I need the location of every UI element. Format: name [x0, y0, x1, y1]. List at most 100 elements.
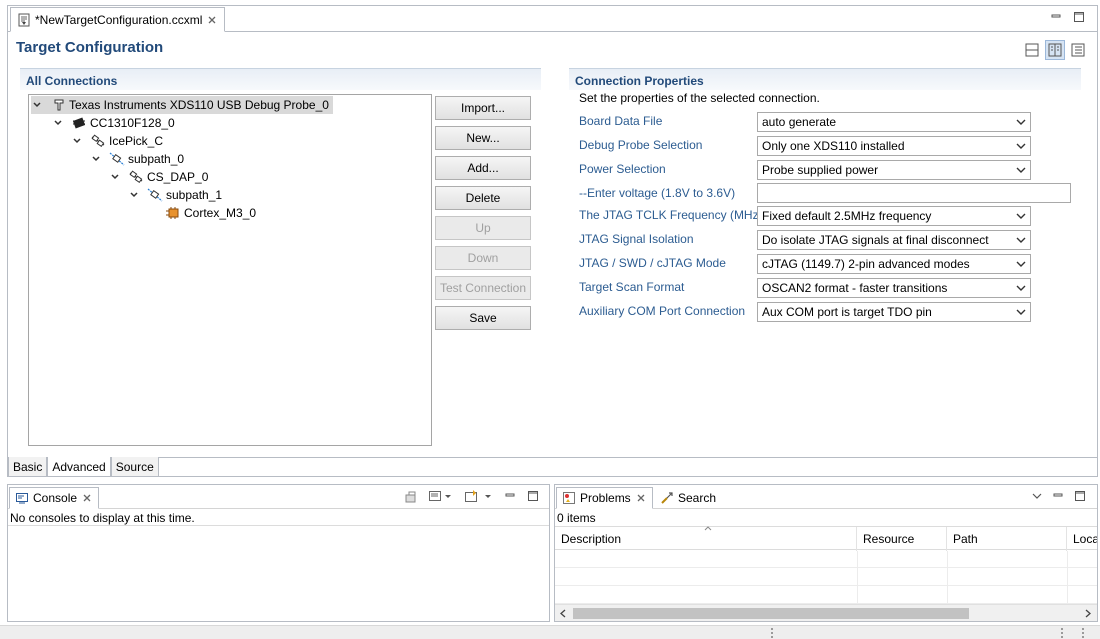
- console-view: Console No consoles to display at this t…: [7, 484, 550, 622]
- details-layout-icon[interactable]: [1069, 41, 1087, 59]
- table-row: [555, 551, 1097, 568]
- horizontal-scrollbar[interactable]: [555, 604, 1097, 621]
- column-location[interactable]: Loca: [1067, 527, 1097, 551]
- minimize-editor-icon[interactable]: [1049, 9, 1063, 23]
- tab-advanced[interactable]: Advanced: [47, 457, 111, 477]
- down-button[interactable]: Down: [435, 246, 531, 270]
- scroll-left-icon[interactable]: [558, 608, 568, 619]
- target-scan-format-label: Target Scan Format: [579, 280, 685, 294]
- tab-source[interactable]: Source: [110, 457, 159, 477]
- tree-item-cs-dap[interactable]: CS_DAP_0: [109, 168, 208, 186]
- select-value: Fixed default 2.5MHz frequency: [762, 209, 932, 223]
- select-value: OSCAN2 format - faster transitions: [762, 281, 948, 295]
- tree-item-label: subpath_1: [166, 188, 223, 202]
- console-tab-label: Console: [33, 491, 78, 505]
- table-row: [555, 569, 1097, 586]
- select-value: Do isolate JTAG signals at final disconn…: [762, 233, 989, 247]
- close-tab-icon[interactable]: [81, 492, 93, 504]
- minimize-view-icon[interactable]: [503, 488, 517, 502]
- problems-icon: [562, 491, 576, 505]
- maximize-editor-icon[interactable]: [1072, 10, 1086, 24]
- editor-tab-strip: *NewTargetConfiguration.ccxml: [8, 6, 1097, 32]
- chevron-down-icon: [1016, 259, 1026, 269]
- editor-bottom-divider: [8, 457, 1097, 458]
- subpath-icon: [147, 188, 163, 202]
- subpath-icon: [109, 152, 125, 166]
- display-console-icon[interactable]: [428, 489, 454, 505]
- debug-probe-selection-select[interactable]: Only one XDS110 installed: [757, 136, 1031, 156]
- column-resource[interactable]: Resource: [857, 527, 947, 551]
- tab-problems[interactable]: Problems: [556, 487, 653, 509]
- editor-tab[interactable]: *NewTargetConfiguration.ccxml: [10, 7, 226, 32]
- chevron-down-icon[interactable]: [128, 189, 140, 201]
- voltage-input[interactable]: [757, 183, 1071, 203]
- chevron-down-icon: [1016, 283, 1026, 293]
- open-console-icon[interactable]: [464, 489, 494, 505]
- pin-console-icon[interactable]: [403, 489, 419, 505]
- jtag-tclk-frequency-select[interactable]: Fixed default 2.5MHz frequency: [757, 206, 1031, 226]
- maximize-view-icon[interactable]: [1073, 489, 1087, 503]
- column-path[interactable]: Path: [947, 527, 1067, 551]
- aux-com-port-select[interactable]: Aux COM port is target TDO pin: [757, 302, 1031, 322]
- router-icon: [128, 170, 144, 184]
- maximize-view-icon[interactable]: [526, 489, 540, 503]
- select-value: auto generate: [762, 115, 837, 129]
- chevron-down-icon[interactable]: [52, 117, 64, 129]
- chevron-down-icon: [1016, 211, 1026, 221]
- view-menu-icon[interactable]: [1031, 490, 1043, 502]
- power-selection-select[interactable]: Probe supplied power: [757, 160, 1031, 180]
- add-button[interactable]: Add...: [435, 156, 531, 180]
- import-button[interactable]: Import...: [435, 96, 531, 120]
- close-tab-icon[interactable]: [635, 492, 647, 504]
- tab-console[interactable]: Console: [9, 487, 100, 509]
- delete-button[interactable]: Delete: [435, 186, 531, 210]
- test-connection-button[interactable]: Test Connection: [435, 276, 531, 300]
- tree-item-xds110-probe[interactable]: Texas Instruments XDS110 USB Debug Probe…: [31, 96, 333, 114]
- console-icon: [15, 491, 29, 505]
- connections-tree[interactable]: Texas Instruments XDS110 USB Debug Probe…: [28, 94, 432, 446]
- minimize-view-icon[interactable]: [1051, 488, 1065, 502]
- up-button[interactable]: Up: [435, 216, 531, 240]
- board-data-file-select[interactable]: auto generate: [757, 112, 1031, 132]
- chevron-down-icon[interactable]: [90, 153, 102, 165]
- chevron-down-icon: [1016, 165, 1026, 175]
- scrollbar-thumb[interactable]: [573, 608, 969, 619]
- tree-item-label: CS_DAP_0: [147, 170, 209, 184]
- chevron-down-icon: [1016, 141, 1026, 151]
- board-data-file-label: Board Data File: [579, 114, 663, 128]
- tree-item-cortex-m3[interactable]: Cortex_M3_0: [165, 204, 256, 222]
- chevron-down-icon: [1016, 235, 1026, 245]
- jtag-signal-isolation-select[interactable]: Do isolate JTAG signals at final disconn…: [757, 230, 1031, 250]
- tree-item-subpath-1[interactable]: subpath_1: [128, 186, 222, 204]
- tab-basic[interactable]: Basic: [8, 457, 48, 477]
- save-button[interactable]: Save: [435, 306, 531, 330]
- tab-search[interactable]: Search: [655, 487, 721, 509]
- page-title: Target Configuration: [16, 39, 164, 56]
- column-divider: [947, 551, 948, 603]
- aux-com-port-label: Auxiliary COM Port Connection: [579, 304, 746, 318]
- tree-item-cc1310[interactable]: CC1310F128_0: [52, 114, 175, 132]
- tree-item-icepick[interactable]: IcePick_C: [71, 132, 163, 150]
- vertical-layout-icon[interactable]: [1045, 40, 1065, 60]
- new-button[interactable]: New...: [435, 126, 531, 150]
- debug-probe-icon: [52, 98, 66, 112]
- select-value: cJTAG (1149.7) 2-pin advanced modes: [762, 257, 970, 271]
- chevron-down-icon[interactable]: [71, 135, 83, 147]
- target-scan-format-select[interactable]: OSCAN2 format - faster transitions: [757, 278, 1031, 298]
- all-connections-heading: All Connections: [20, 68, 541, 90]
- power-selection-label: Power Selection: [579, 162, 666, 176]
- horizontal-layout-icon[interactable]: [1023, 41, 1041, 59]
- close-tab-icon[interactable]: [206, 14, 218, 26]
- chevron-down-icon[interactable]: [109, 171, 121, 183]
- chevron-down-icon: [1016, 307, 1026, 317]
- chevron-down-icon[interactable]: [31, 99, 43, 111]
- problems-tabbar: Problems Search: [555, 485, 1097, 509]
- jtag-mode-select[interactable]: cJTAG (1149.7) 2-pin advanced modes: [757, 254, 1031, 274]
- debug-probe-selection-label: Debug Probe Selection: [579, 138, 703, 152]
- status-bar-separator: [1061, 628, 1064, 638]
- problems-tab-label: Problems: [580, 491, 631, 505]
- scroll-right-icon[interactable]: [1083, 608, 1093, 619]
- console-tabbar: Console: [8, 485, 549, 509]
- tree-item-subpath-0[interactable]: subpath_0: [90, 150, 184, 168]
- tree-item-label: CC1310F128_0: [90, 116, 175, 130]
